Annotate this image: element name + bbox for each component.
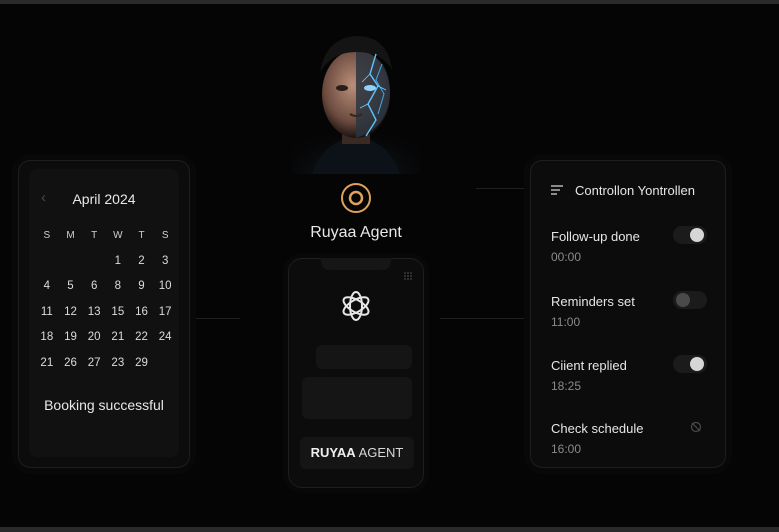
agent-avatar [292,36,420,174]
reminders-toggle[interactable] [673,291,707,309]
calendar-panel: ‹ April 2024 S M T W T S 1 2 3 4 5 6 8 9 10 11 12 13 15 16 1… [18,160,190,468]
calendar-weekday: S [161,230,169,241]
calendar-empty-cell [59,249,83,275]
connector-right [440,318,530,319]
filter-lines-icon [551,185,563,195]
calendar-day[interactable]: 26 [59,351,83,377]
follow-up-toggle[interactable] [673,226,707,244]
calendar-day[interactable]: 22 [130,325,154,351]
phone-notch [321,258,391,270]
ruyaa-agent-button[interactable]: RUYAA AGENT [300,437,414,469]
calendar-weekday: M [66,230,75,241]
control-panel: Controllon Yontrollen Follow-up done 00:… [530,160,726,468]
calendar-day[interactable]: 9 [130,274,154,300]
calendar-day[interactable]: 27 [82,351,106,377]
calendar-card: ‹ April 2024 S M T W T S 1 2 3 4 5 6 8 9 10 11 12 13 15 16 1… [29,169,179,457]
calendar-empty-cell [35,249,59,275]
control-item-time: 00:00 [551,250,582,264]
calendar-header: ‹ April 2024 [29,189,179,209]
calendar-empty-cell [82,249,106,275]
chat-message-placeholder [302,377,412,419]
calendar-weekday: S [43,230,51,241]
calendar-day[interactable]: 16 [130,300,154,326]
calendar-day[interactable]: 18 [35,325,59,351]
calendar-weekday: W [113,230,123,241]
phone-mockup: RUYAA AGENT [288,258,424,488]
calendar-day[interactable]: 11 [35,300,59,326]
button-label: AGENT [355,445,404,460]
control-item-time: 16:00 [551,442,582,456]
control-item: Ciient replied 18:25 [551,355,711,402]
chat-bubble-placeholder [316,345,412,369]
calendar-day[interactable]: 20 [82,325,106,351]
calendar-empty-cell [153,351,177,377]
control-item-label: Ciient replied [551,358,627,373]
control-item: Reminders set 11:00 [551,291,711,338]
grid-dots-icon [404,272,412,280]
top-border [0,0,779,4]
ring-icon[interactable] [340,182,372,214]
openai-logo-icon [342,291,370,321]
calendar-grid: S M T W T S 1 2 3 4 5 6 8 9 10 11 12 13 15 16 17 18 19 20 21 22 24… [35,223,177,376]
calendar-day[interactable]: 21 [106,325,130,351]
client-replied-toggle[interactable] [673,355,707,373]
calendar-day[interactable]: 17 [153,300,177,326]
calendar-day[interactable]: 19 [59,325,83,351]
control-item-label: Follow-up done [551,229,640,244]
control-item-time: 11:00 [551,315,581,329]
control-item: Check schedule 16:00 [551,421,711,465]
calendar-day[interactable]: 24 [153,325,177,351]
bottom-border [0,527,779,532]
calendar-day[interactable]: 15 [106,300,130,326]
control-item-label: Reminders set [551,294,635,309]
connector-left [190,318,240,319]
calendar-day[interactable]: 5 [59,274,83,300]
button-brand: RUYAA [310,445,356,460]
calendar-day[interactable]: 21 [35,351,59,377]
calendar-day[interactable]: 8 [106,274,130,300]
connector-top-right [476,188,530,189]
calendar-weekday: T [138,230,145,241]
calendar-day[interactable]: 10 [153,274,177,300]
agent-name: Ruyaa Agent [310,224,402,241]
calendar-day[interactable]: 3 [153,249,177,275]
booking-status: Booking successful [44,397,164,413]
control-title: Controllon Yontrollen [575,183,695,198]
calendar-day[interactable]: 29 [130,351,154,377]
calendar-day[interactable]: 4 [35,274,59,300]
calendar-day[interactable]: 1 [106,249,130,275]
calendar-day[interactable]: 13 [82,300,106,326]
calendar-day[interactable]: 12 [59,300,83,326]
calendar-month-title: April 2024 [72,191,136,207]
calendar-day[interactable]: 2 [130,249,154,275]
control-header: Controllon Yontrollen [551,181,721,201]
pending-clock-icon[interactable] [690,421,702,433]
control-item-label: Check schedule [551,421,644,436]
calendar-weekday: T [91,230,98,241]
control-item: Follow-up done 00:00 [551,226,711,273]
calendar-day[interactable]: 23 [106,351,130,377]
control-item-time: 18:25 [551,379,582,393]
calendar-day[interactable]: 6 [82,274,106,300]
